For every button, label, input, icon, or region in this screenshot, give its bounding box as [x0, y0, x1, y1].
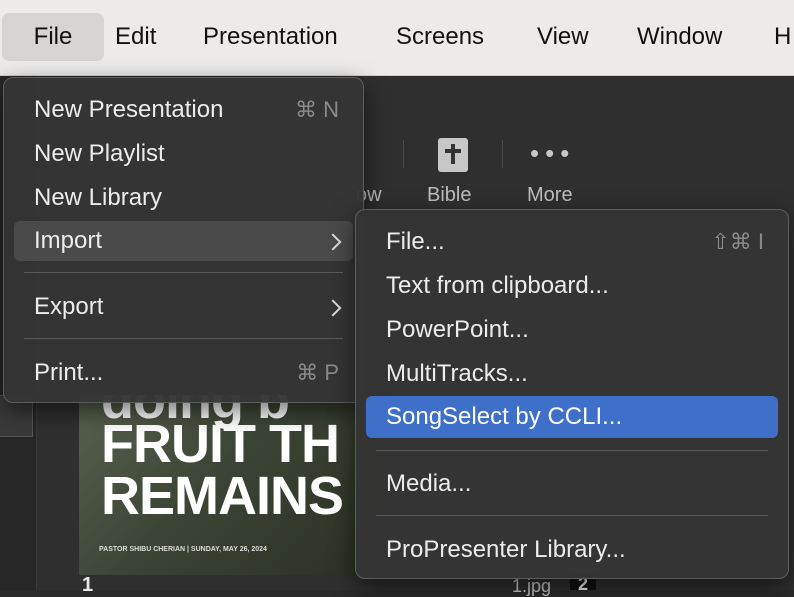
bible-icon[interactable] — [438, 138, 468, 172]
menubar-help[interactable]: H — [774, 13, 791, 61]
menu-item-label: SongSelect by CCLI... — [386, 403, 623, 430]
menubar-view[interactable]: View — [537, 13, 589, 61]
toolbar-divider — [403, 140, 404, 168]
file-menu: New Presentation ⌘ N New Playlist New Li… — [3, 77, 364, 403]
menu-item-print[interactable]: Print... ⌘ P — [14, 353, 353, 393]
slide-caption: PASTOR SHIBU CHERIAN | SUNDAY, MAY 26, 2… — [99, 546, 267, 553]
menu-item-propresenter-library[interactable]: ProPresenter Library... — [366, 530, 778, 570]
menu-divider — [376, 515, 768, 516]
menu-item-label: Export — [34, 293, 104, 320]
menu-item-media[interactable]: Media... — [366, 464, 778, 504]
menu-item-label: Text from clipboard... — [386, 272, 609, 299]
menubar-edit[interactable]: Edit — [115, 13, 156, 61]
slide-number: 1 — [82, 574, 94, 596]
shortcut-label: ⌘ N — [295, 97, 339, 122]
menu-item-label: ProPresenter Library... — [386, 536, 626, 563]
menu-divider — [24, 272, 343, 273]
menubar-window[interactable]: Window — [637, 13, 722, 61]
shortcut-label: ⇧⌘ I — [711, 229, 764, 254]
menu-item-label: Import — [34, 227, 103, 254]
menu-item-label: New Library — [34, 184, 163, 211]
chevron-right-icon — [324, 287, 342, 327]
menu-item-label: PowerPoint... — [386, 316, 529, 343]
menubar-screens[interactable]: Screens — [396, 13, 484, 61]
chevron-right-icon — [324, 221, 342, 261]
menu-item-new-library[interactable]: New Library — [14, 178, 353, 218]
menu-item-text-from-clipboard[interactable]: Text from clipboard... — [366, 266, 778, 306]
menu-item-powerpoint[interactable]: PowerPoint... — [366, 310, 778, 350]
toolbar-divider — [502, 140, 503, 168]
menubar: File Edit Presentation Screens View Wind… — [0, 0, 794, 76]
menu-item-label: Print... — [34, 359, 104, 386]
slide-file-label: 1.jpg — [512, 576, 552, 596]
more-icon[interactable]: ••• — [530, 140, 576, 166]
menubar-file[interactable]: File — [2, 13, 104, 61]
toolbar-bible-label[interactable]: Bible — [427, 184, 471, 207]
toolbar-more-label[interactable]: More — [527, 184, 573, 207]
menu-item-multitracks[interactable]: MultiTracks... — [366, 354, 778, 394]
menu-item-songselect[interactable]: SongSelect by CCLI... — [366, 396, 778, 438]
menu-item-import[interactable]: Import — [14, 221, 353, 261]
slide-title-line: REMAINS — [101, 466, 344, 526]
menu-item-label: File... — [386, 228, 445, 255]
shortcut-label: ⌘ P — [296, 360, 339, 385]
menu-divider — [24, 338, 343, 339]
menu-item-label: New Presentation — [34, 96, 224, 123]
menu-item-export[interactable]: Export — [14, 287, 353, 327]
menubar-presentation[interactable]: Presentation — [203, 13, 338, 61]
slide-title-line: FRUIT TH — [101, 414, 340, 474]
menu-item-label: MultiTracks... — [386, 360, 528, 387]
menu-item-label: Media... — [386, 470, 472, 497]
import-submenu: File... ⇧⌘ I Text from clipboard... Powe… — [355, 209, 789, 579]
menu-item-new-playlist[interactable]: New Playlist — [14, 134, 353, 174]
menu-item-new-presentation[interactable]: New Presentation ⌘ N — [14, 90, 353, 130]
menu-item-import-file[interactable]: File... ⇧⌘ I — [366, 222, 778, 262]
menu-item-label: New Playlist — [34, 140, 165, 167]
slide-thumbnail[interactable]: doing b FRUIT TH REMAINS PASTOR SHIBU CH… — [79, 395, 379, 575]
menu-divider — [376, 450, 768, 451]
